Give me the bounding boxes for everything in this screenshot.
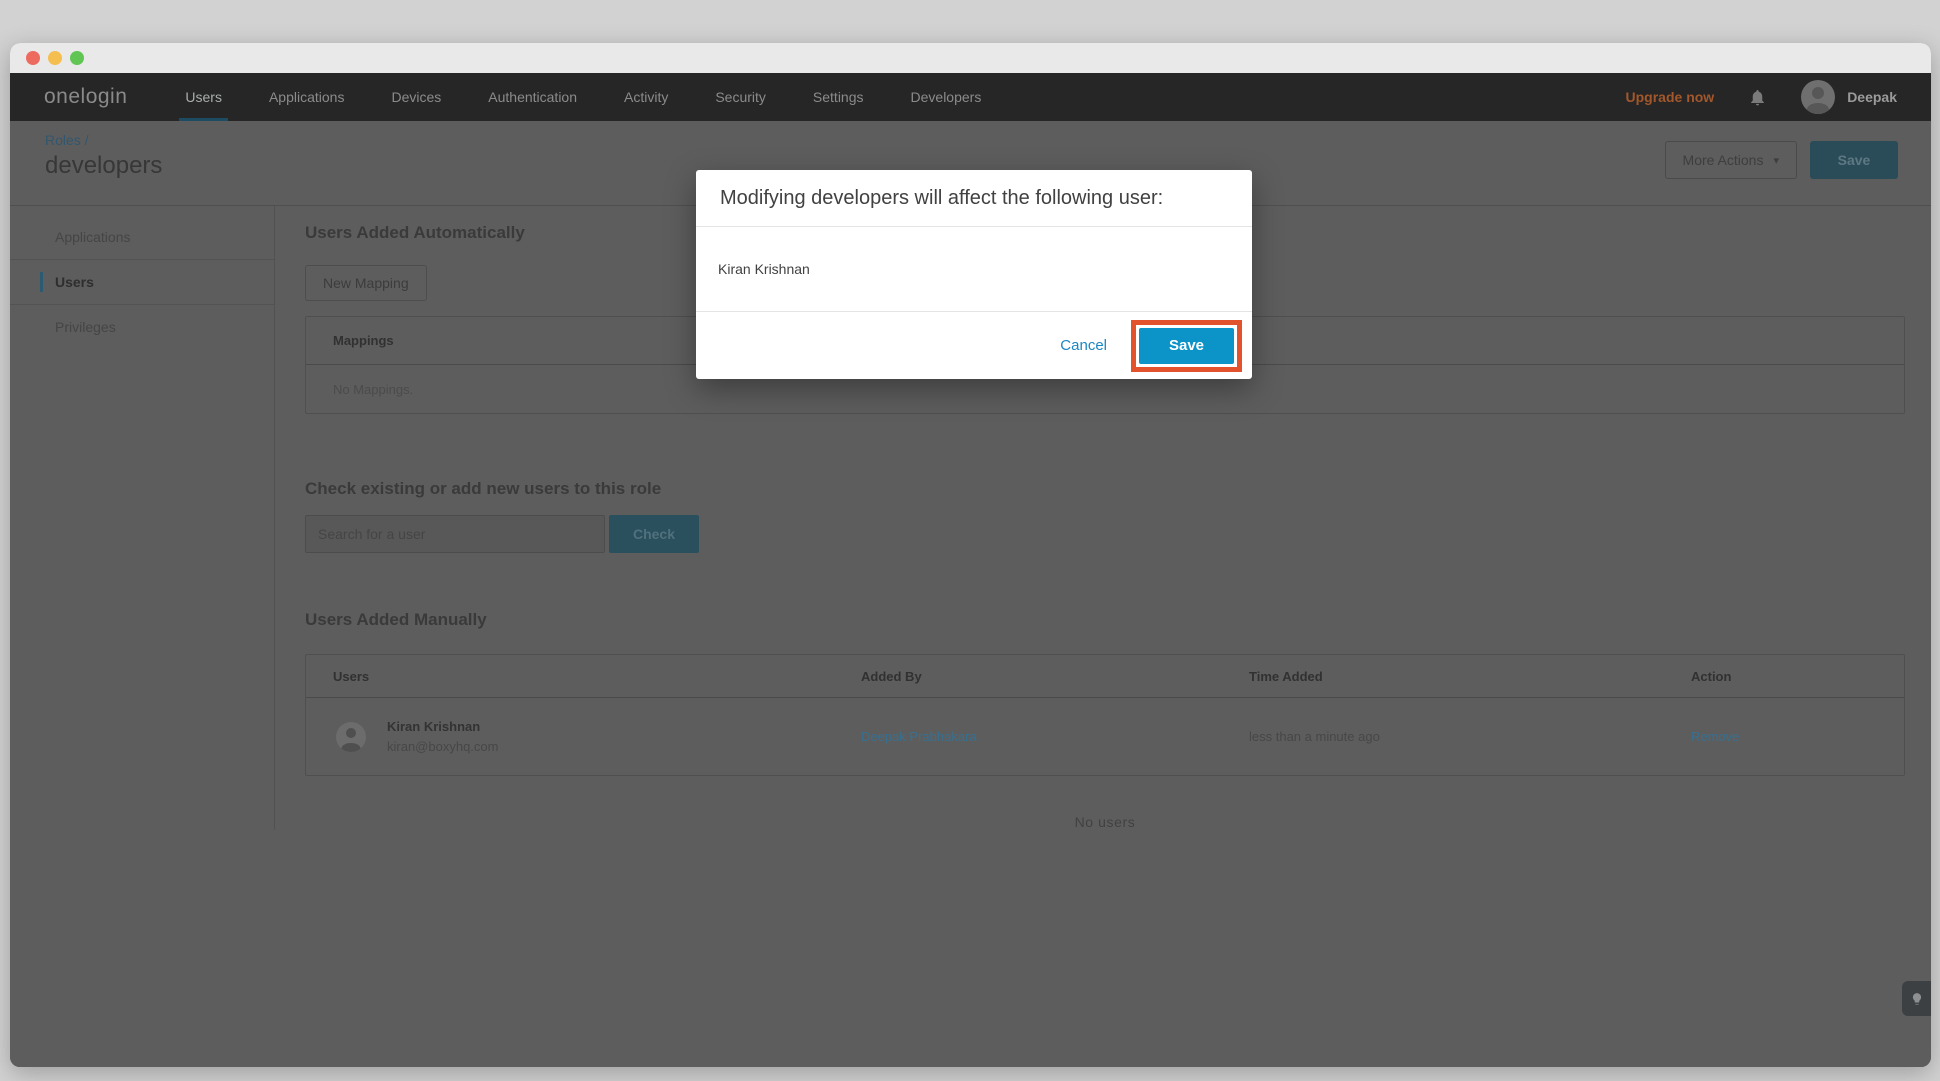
window-titlebar [10,43,1931,73]
dialog-footer: Cancel Save [696,312,1252,379]
help-tips-button[interactable] [1902,981,1931,1016]
dialog-cancel-button[interactable]: Cancel [1060,337,1107,354]
save-highlight-annotation: Save [1131,320,1242,372]
minimize-window-button[interactable] [48,51,62,65]
dialog-save-button[interactable]: Save [1139,328,1234,364]
confirm-save-dialog: Modifying developers will affect the fol… [696,170,1252,379]
affected-user-name: Kiran Krishnan [696,227,1252,312]
zoom-window-button[interactable] [70,51,84,65]
lightbulb-icon [1910,992,1924,1006]
close-window-button[interactable] [26,51,40,65]
dialog-title: Modifying developers will affect the fol… [696,170,1252,227]
